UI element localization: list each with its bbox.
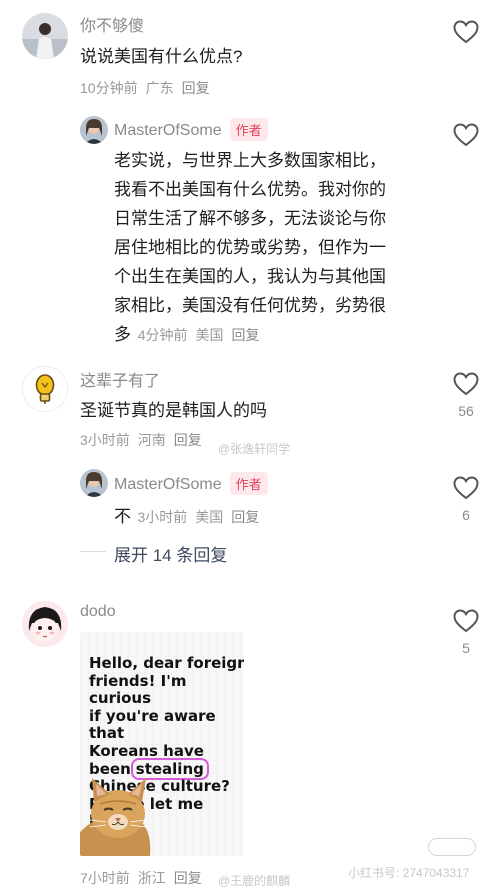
comment-image[interactable]: Hello, dear foreign friends! I'm curious… <box>80 632 244 856</box>
comment-text: 圣诞节真的是韩国人的吗 <box>80 401 267 420</box>
reply-text-line: 个出生在美国的人，我认为与其他国 <box>114 267 386 286</box>
reply-location: 美国 <box>195 327 224 343</box>
comment-time: 10分钟前 <box>80 80 138 96</box>
like-count: 5 <box>462 640 470 656</box>
like-count: 6 <box>462 507 470 523</box>
avatar[interactable] <box>80 116 108 144</box>
reply-location: 美国 <box>195 509 224 525</box>
reply-header: MasterOfSome 作者 <box>114 472 268 495</box>
expand-replies-divider <box>80 551 106 552</box>
reply-header: MasterOfSome 作者 <box>114 118 268 141</box>
like-icon[interactable] <box>453 372 479 396</box>
reply-text-line: 家相比，美国没有任何优势，劣势很 <box>114 296 386 315</box>
watermark: @王鹿的麒麟 <box>218 874 291 888</box>
like-icon[interactable] <box>453 123 479 147</box>
reply-button[interactable]: 回复 <box>232 327 260 343</box>
author-badge: 作者 <box>229 118 268 141</box>
reply-text-tail: 多 <box>114 325 131 344</box>
like-count: 56 <box>458 403 474 419</box>
comment-location: 河南 <box>137 432 166 448</box>
comment-location: 广东 <box>145 80 174 96</box>
reply-text-line: 我看不出美国有什么优势。我对你的 <box>114 180 386 199</box>
reply-meta: 4分钟前 美国 回复 <box>138 327 268 343</box>
reply-button[interactable]: 回复 <box>182 80 210 96</box>
like-icon[interactable] <box>453 476 479 500</box>
comment-location: 浙江 <box>137 870 166 886</box>
watermark-logo <box>428 838 476 856</box>
comment-meta: 10分钟前 广东 回复 <box>80 78 218 98</box>
reply-text-line: 老实说，与世界上大多数国家相比， <box>114 151 386 170</box>
comment-time: 3小时前 <box>80 432 130 448</box>
image-text-line: Hello, dear foreign <box>89 654 244 672</box>
cat-illustration <box>80 778 151 856</box>
reply-meta: 3小时前 美国 回复 <box>137 509 267 525</box>
reply-button[interactable]: 回复 <box>231 509 259 525</box>
image-text-line: friends! I'm curious <box>89 671 187 708</box>
avatar[interactable] <box>22 13 68 59</box>
reply-text-line: 居住地相比的优势或劣势，但作为一 <box>114 238 386 257</box>
reply-time: 4分钟前 <box>137 327 188 343</box>
comment-text: 说说美国有什么优点? <box>80 47 243 66</box>
watermark: @张逸轩同学 <box>218 442 291 456</box>
comment-username[interactable]: dodo <box>80 603 116 621</box>
reply-text-last-line: 多 4分钟前 美国 回复 <box>114 320 444 350</box>
avatar[interactable] <box>22 366 68 412</box>
reply-time: 3小时前 <box>137 509 188 525</box>
comment-time: 7小时前 <box>80 870 130 886</box>
expand-replies-button[interactable]: 展开 14 条回复 <box>114 541 227 566</box>
reply-username[interactable]: MasterOfSome <box>114 476 222 493</box>
reply-button[interactable]: 回复 <box>174 432 202 448</box>
reply-text: 老实说，与世界上大多数国家相比， 我看不出美国有什么优势。我对你的 日常生活了解… <box>114 146 444 350</box>
watermark: 小红书号: 2747043317 <box>348 866 470 880</box>
comment-username[interactable]: 这辈子有了 <box>80 367 160 391</box>
avatar[interactable] <box>22 601 68 647</box>
author-badge: 作者 <box>229 472 268 495</box>
comment-meta: 3小时前 河南 回复 <box>80 430 210 450</box>
reply-button[interactable]: 回复 <box>174 870 202 886</box>
image-text-line: if you're aware that <box>89 706 216 743</box>
comment-meta: 7小时前 浙江 回复 <box>80 868 210 888</box>
like-icon[interactable] <box>453 609 479 633</box>
comment-username[interactable]: 你不够傻 <box>80 12 144 36</box>
reply-text-line: 日常生活了解不够多，无法谈论与你 <box>114 209 386 228</box>
like-icon[interactable] <box>453 20 479 44</box>
avatar[interactable] <box>80 469 108 497</box>
reply-text: 不 <box>114 507 131 526</box>
reply-username[interactable]: MasterOfSome <box>114 122 222 139</box>
reply-body: 不 3小时前 美国 回复 <box>114 502 267 531</box>
